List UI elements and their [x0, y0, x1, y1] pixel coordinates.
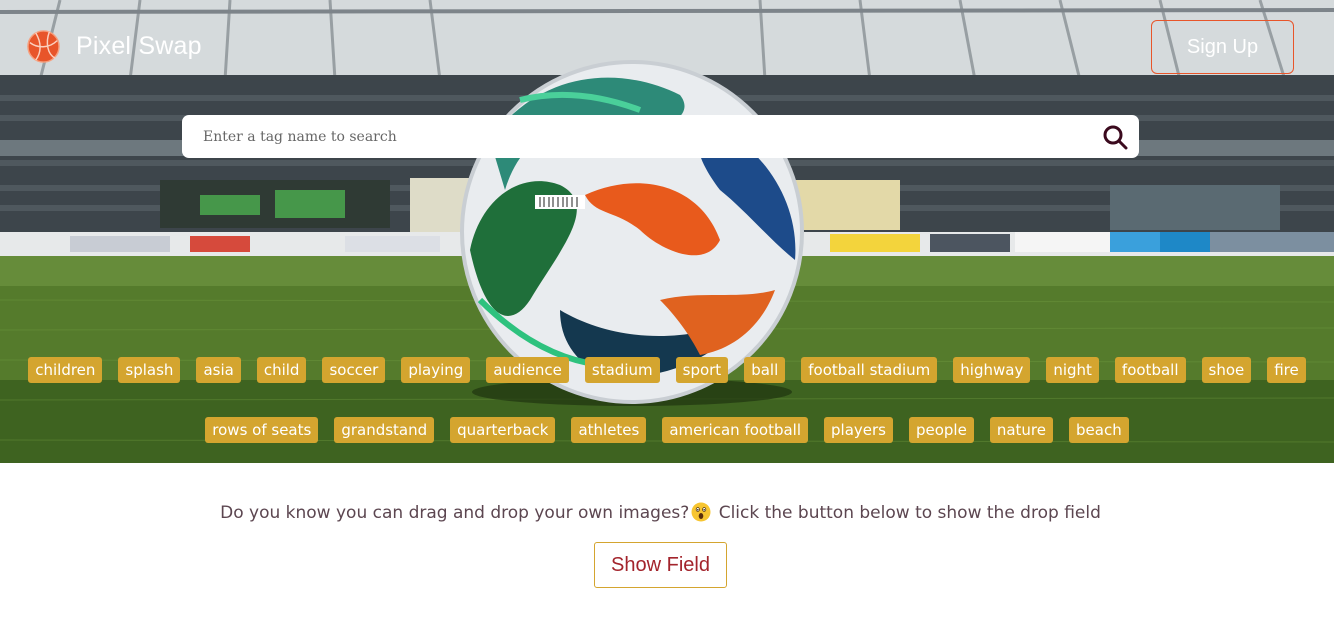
astonished-face-emoji: [691, 502, 711, 522]
tag-playing[interactable]: playing: [401, 357, 471, 383]
tag-rows-of-seats[interactable]: rows of seats: [205, 417, 319, 443]
tag-athletes[interactable]: athletes: [571, 417, 647, 443]
search-bar: [182, 115, 1139, 158]
tag-quarterback[interactable]: quarterback: [450, 417, 556, 443]
tag-list-row-2: rows of seats grandstand quarterback ath…: [0, 417, 1334, 443]
tag-splash[interactable]: splash: [118, 357, 181, 383]
tag-stadium[interactable]: stadium: [584, 357, 660, 383]
hint-text-start: Do you know you can drag and drop your o…: [220, 503, 690, 523]
tag-highway[interactable]: highway: [953, 357, 1031, 383]
tag-asia[interactable]: asia: [196, 357, 241, 383]
tag-people[interactable]: people: [908, 417, 974, 443]
globe-icon: [27, 29, 60, 63]
search-icon: [1103, 125, 1128, 150]
tag-ball[interactable]: ball: [744, 357, 786, 383]
tag-nature[interactable]: nature: [989, 417, 1053, 443]
drag-drop-hint: Do you know you can drag and drop your o…: [0, 502, 1321, 523]
tag-list-row-1: children splash asia child soccer playin…: [0, 357, 1334, 383]
brand[interactable]: Pixel Swap: [26, 29, 202, 63]
tag-audience[interactable]: audience: [486, 357, 569, 383]
hint-text-end: Click the button below to show the drop …: [713, 503, 1101, 523]
brand-name: Pixel Swap: [76, 31, 202, 60]
search-button[interactable]: [1101, 123, 1129, 151]
stadium-background-image: [0, 0, 1334, 463]
sign-up-button[interactable]: Sign Up: [1151, 20, 1294, 74]
tag-sport[interactable]: sport: [675, 357, 729, 383]
tag-night[interactable]: night: [1046, 357, 1099, 383]
tag-fire[interactable]: fire: [1267, 357, 1306, 383]
tag-beach[interactable]: beach: [1069, 417, 1129, 443]
tag-children[interactable]: children: [28, 357, 103, 383]
tag-football[interactable]: football: [1114, 357, 1186, 383]
tag-soccer[interactable]: soccer: [322, 357, 386, 383]
tag-child[interactable]: child: [256, 357, 307, 383]
hero-banner: Pixel Swap Sign Up children splash asia …: [0, 0, 1334, 463]
tag-players[interactable]: players: [824, 417, 893, 443]
show-field-button[interactable]: Show Field: [594, 542, 727, 588]
search-input[interactable]: [203, 115, 1083, 158]
tag-football-stadium[interactable]: football stadium: [801, 357, 938, 383]
tag-shoe[interactable]: shoe: [1201, 357, 1252, 383]
tag-american-football[interactable]: american football: [662, 417, 809, 443]
tag-grandstand[interactable]: grandstand: [334, 417, 435, 443]
